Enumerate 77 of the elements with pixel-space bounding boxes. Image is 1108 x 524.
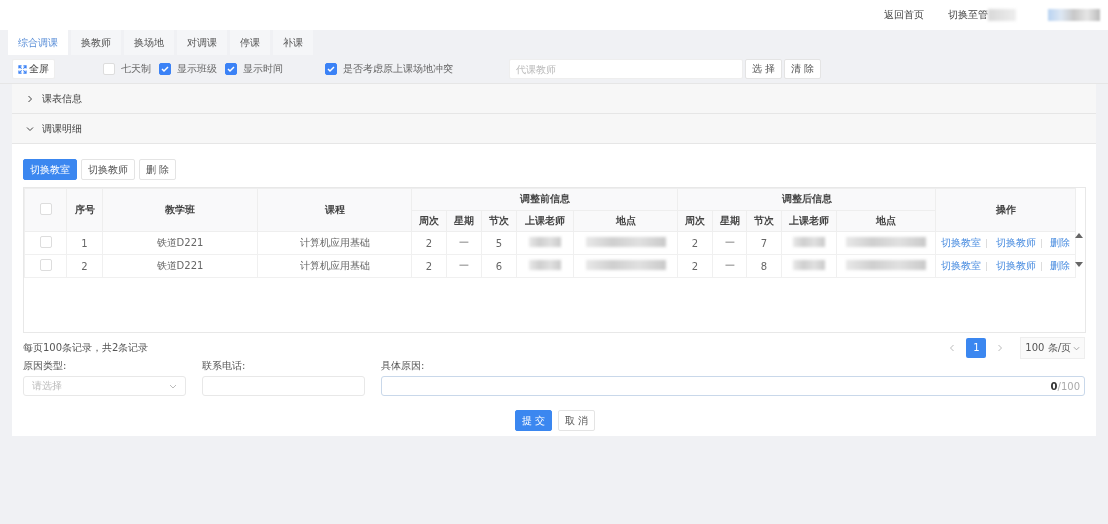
row-action-link[interactable]: 删除 xyxy=(1049,260,1070,271)
option-label: 七天制 xyxy=(121,62,151,76)
row-action-link[interactable]: 删除 xyxy=(1049,237,1070,248)
checkbox[interactable] xyxy=(159,63,171,75)
toolbar-button[interactable]: 清 除 xyxy=(784,59,822,79)
fullscreen-button[interactable]: 全屏 xyxy=(12,59,55,79)
row-action-link[interactable]: 切换教室 xyxy=(941,237,982,248)
tab[interactable]: 补课 xyxy=(273,30,313,55)
table-cell: 一 xyxy=(712,254,747,278)
page-size-select[interactable]: 100 条/页 xyxy=(1020,337,1085,359)
table-cell: 2 xyxy=(677,254,713,278)
table-cell: 8 xyxy=(746,254,782,278)
form-button[interactable]: 取 消 xyxy=(558,410,596,431)
action-button[interactable]: 删 除 xyxy=(139,159,177,180)
tab[interactable]: 综合调课 xyxy=(8,30,68,55)
option-label: 显示班级 xyxy=(177,62,217,76)
action-button[interactable]: 切换教师 xyxy=(81,159,135,180)
column-header: 课程 xyxy=(257,188,412,232)
table-cell: 铁道D221 xyxy=(102,254,258,278)
blurred-text xyxy=(529,260,561,270)
collapse-panel-header[interactable]: 调课明细 xyxy=(12,114,1096,144)
row-action-link[interactable]: 切换教室 xyxy=(941,260,982,271)
teacher-field[interactable]: 代课教师 xyxy=(509,59,743,79)
caret-icon xyxy=(169,383,177,389)
table-cell: 一 xyxy=(446,231,482,255)
column-group-header: 调整后信息 xyxy=(677,188,936,210)
blurred-avatar xyxy=(1048,9,1100,21)
toolbar-button[interactable]: 选 择 xyxy=(745,59,783,79)
option-label: 显示时间 xyxy=(243,62,283,76)
table-cell: 计算机应用基础 xyxy=(257,231,412,255)
row-action-link[interactable]: 切换教师 xyxy=(995,237,1036,248)
action-button[interactable]: 切换教室 xyxy=(23,159,77,180)
table-cell: 计算机应用基础 xyxy=(257,254,412,278)
table-cell: 一 xyxy=(712,231,747,255)
page-number[interactable]: 1 xyxy=(966,338,987,358)
field-label: 具体原因: xyxy=(381,359,426,373)
table-cell: 1 xyxy=(66,231,103,255)
row-action-link[interactable]: 切换教师 xyxy=(995,260,1036,271)
column-header: 教学班 xyxy=(102,188,258,232)
table-cell: 2 xyxy=(411,254,447,278)
header-link[interactable]: 返回首页 xyxy=(884,8,924,22)
column-group-header: 调整前信息 xyxy=(411,188,678,210)
table-cell: 一 xyxy=(446,254,482,278)
header-link[interactable]: 切换至管 xyxy=(948,8,988,22)
next-page-icon[interactable] xyxy=(996,344,1005,352)
caret-icon xyxy=(1073,345,1080,351)
fullscreen-icon xyxy=(18,64,27,74)
tab[interactable]: 换场地 xyxy=(124,30,174,55)
table-cell: 6 xyxy=(481,254,517,278)
table-cell: 铁道D221 xyxy=(102,231,258,255)
panel-title: 课表信息 xyxy=(42,91,82,106)
tab[interactable]: 停课 xyxy=(230,30,270,55)
column-header: 序号 xyxy=(66,188,103,232)
table-cell: 2 xyxy=(411,231,447,255)
previous-page-icon[interactable] xyxy=(948,344,957,352)
table-cell: 5 xyxy=(481,231,517,255)
record-summary: 每页100条记录，共2条记录 xyxy=(23,341,149,355)
table-cell: 2 xyxy=(66,254,103,278)
panel-title: 调课明细 xyxy=(42,121,82,136)
blurred-text xyxy=(529,237,561,247)
form-button[interactable]: 提 交 xyxy=(514,410,552,431)
checkbox[interactable] xyxy=(225,63,237,75)
field-label: 原因类型: xyxy=(23,359,68,373)
blurred-text xyxy=(793,237,826,247)
scroll-up-icon[interactable] xyxy=(1075,232,1083,238)
field-label: 联系电话: xyxy=(202,359,247,373)
tab[interactable]: 换教师 xyxy=(71,30,121,55)
blurred-text xyxy=(793,260,826,270)
option-label: 是否考虑原上课场地冲突 xyxy=(343,62,453,76)
column-header: 操作 xyxy=(935,188,1076,232)
tab[interactable]: 对调课 xyxy=(177,30,227,55)
scroll-down-icon[interactable] xyxy=(1075,262,1083,268)
checkbox[interactable] xyxy=(325,63,337,75)
collapse-panel-header[interactable]: 课表信息 xyxy=(12,84,1096,114)
reason-textarea[interactable]: 0/100 xyxy=(381,376,1085,396)
table-cell: 7 xyxy=(746,231,782,255)
table-cell: 2 xyxy=(677,231,713,255)
